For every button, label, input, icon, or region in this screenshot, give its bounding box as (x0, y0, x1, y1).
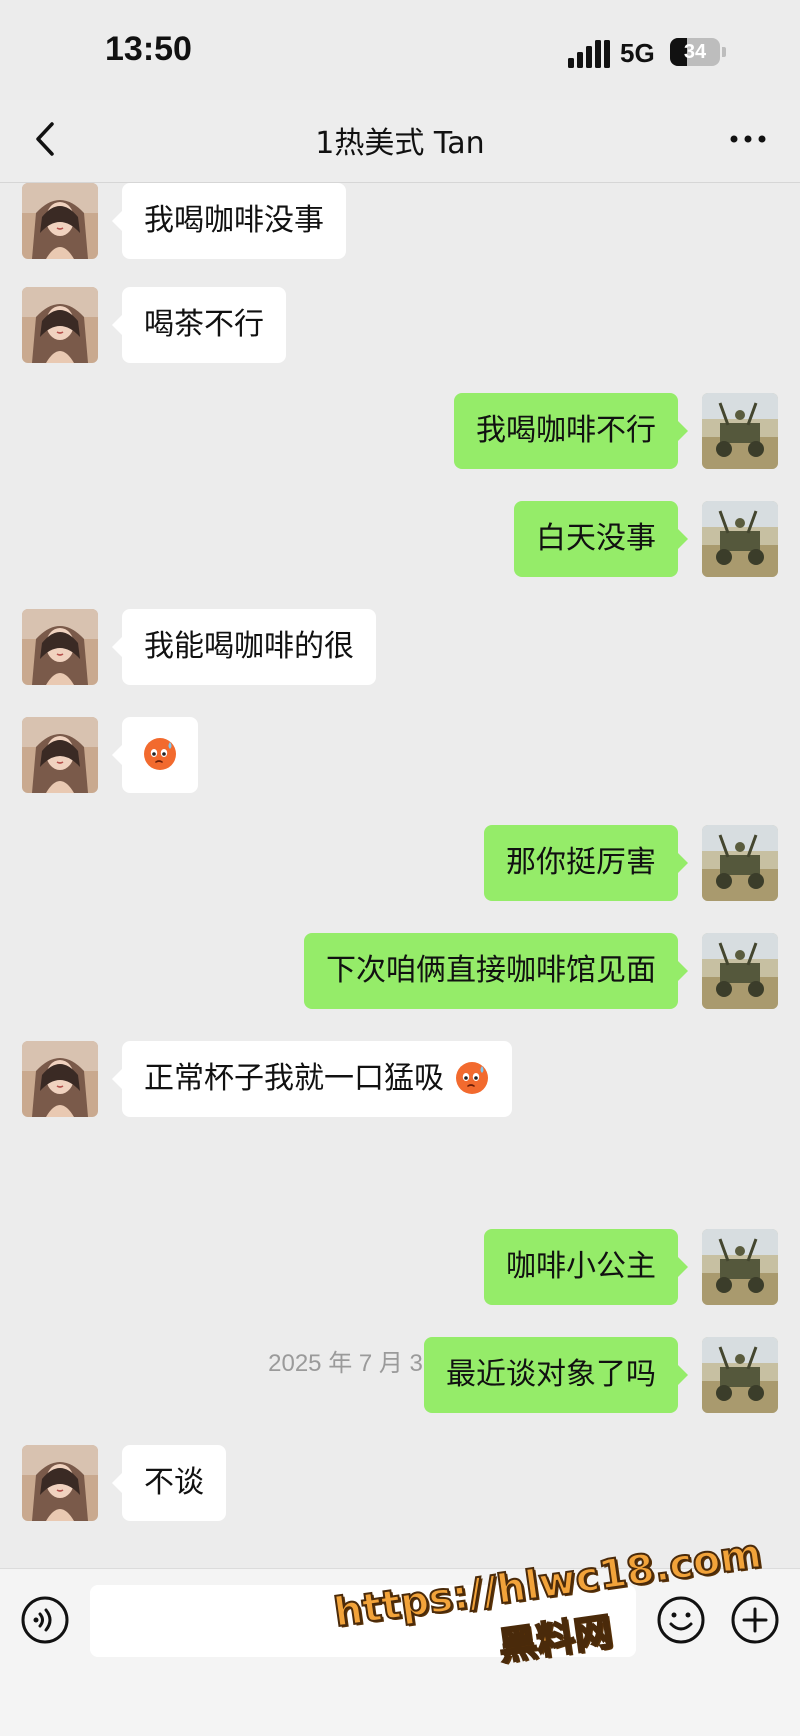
my-avatar[interactable] (702, 393, 778, 469)
outgoing-message: 下次咱俩直接咖啡馆见面 (0, 933, 800, 1013)
sweat-emoji-icon (456, 1061, 488, 1094)
outgoing-message: 咖啡小公主 (0, 1229, 800, 1309)
message-text: 那你挺厉害 (506, 845, 656, 880)
contact-avatar[interactable] (22, 1445, 98, 1521)
outgoing-message: 白天没事 (0, 501, 800, 581)
contact-avatar[interactable] (22, 1041, 98, 1117)
contact-avatar[interactable] (22, 609, 98, 685)
incoming-message: 不谈 (0, 1445, 800, 1525)
network-label: 5G (620, 38, 655, 68)
smiley-icon[interactable] (656, 1595, 706, 1645)
sweat-emoji-icon (144, 737, 176, 770)
incoming-message: 我喝咖啡没事 (0, 183, 800, 263)
contact-avatar[interactable] (22, 287, 98, 363)
status-bar: 13:50 5G 34 (0, 0, 800, 100)
plus-icon[interactable] (730, 1595, 780, 1645)
my-avatar[interactable] (702, 1337, 778, 1413)
message-text: 下次咱俩直接咖啡馆见面 (326, 953, 656, 988)
chat-screen: 13:50 5G 34 1热美式 Tan 2025 年 7 月 31 日 11:… (0, 0, 800, 1736)
message-text: 白天没事 (536, 521, 656, 556)
message-bubble[interactable]: 正常杯子我就一口猛吸 (112, 1041, 512, 1117)
battery-icon: 34 (670, 38, 726, 66)
outgoing-message: 我喝咖啡不行 (0, 393, 800, 473)
contact-avatar[interactable] (22, 717, 98, 793)
my-avatar[interactable] (702, 825, 778, 901)
message-text: 最近谈对象了吗 (446, 1357, 656, 1392)
message-bubble[interactable]: 喝茶不行 (112, 287, 286, 363)
message-text: 我喝咖啡不行 (476, 413, 656, 448)
message-text: 正常杯子我就一口猛吸 (144, 1061, 444, 1096)
input-bar (0, 1568, 800, 1736)
my-avatar[interactable] (702, 1229, 778, 1305)
message-bubble[interactable] (112, 717, 198, 793)
message-bubble[interactable]: 不谈 (112, 1445, 226, 1521)
chat-title: 1热美式 Tan (315, 126, 485, 161)
status-time: 13:50 (105, 30, 192, 68)
message-text: 咖啡小公主 (506, 1249, 656, 1284)
incoming-message: 正常杯子我就一口猛吸 (0, 1041, 800, 1121)
message-bubble[interactable]: 我喝咖啡没事 (112, 183, 346, 259)
message-text: 我能喝咖啡的很 (144, 629, 354, 664)
message-bubble[interactable]: 咖啡小公主 (484, 1229, 688, 1305)
battery-percent: 34 (683, 41, 707, 63)
chevron-left-icon[interactable] (22, 114, 72, 164)
outgoing-message: 最近谈对象了吗 (0, 1337, 800, 1417)
message-bubble[interactable]: 下次咱俩直接咖啡馆见面 (304, 933, 688, 1009)
incoming-message: 我能喝咖啡的很 (0, 609, 800, 689)
message-text: 不谈 (144, 1465, 204, 1500)
more-dots-icon[interactable] (720, 114, 776, 164)
message-list[interactable]: 2025 年 7 月 31 日 11:20 我喝咖啡没事 喝茶不行 我喝咖啡不行 白天… (0, 183, 800, 1568)
message-bubble[interactable]: 白天没事 (514, 501, 688, 577)
contact-avatar[interactable] (22, 183, 98, 259)
message-text: 喝茶不行 (144, 307, 264, 342)
message-input[interactable] (90, 1585, 636, 1657)
voice-icon[interactable] (20, 1595, 70, 1645)
my-avatar[interactable] (702, 501, 778, 577)
message-text: 我喝咖啡没事 (144, 203, 324, 238)
message-bubble[interactable]: 那你挺厉害 (484, 825, 688, 901)
outgoing-message: 那你挺厉害 (0, 825, 800, 905)
incoming-message: 喝茶不行 (0, 287, 800, 367)
incoming-message (0, 717, 800, 797)
message-bubble[interactable]: 我能喝咖啡的很 (112, 609, 376, 685)
message-bubble[interactable]: 我喝咖啡不行 (454, 393, 688, 469)
signal-icon (568, 40, 610, 68)
chat-header: 1热美式 Tan (0, 100, 800, 183)
message-bubble[interactable]: 最近谈对象了吗 (424, 1337, 688, 1413)
my-avatar[interactable] (702, 933, 778, 1009)
